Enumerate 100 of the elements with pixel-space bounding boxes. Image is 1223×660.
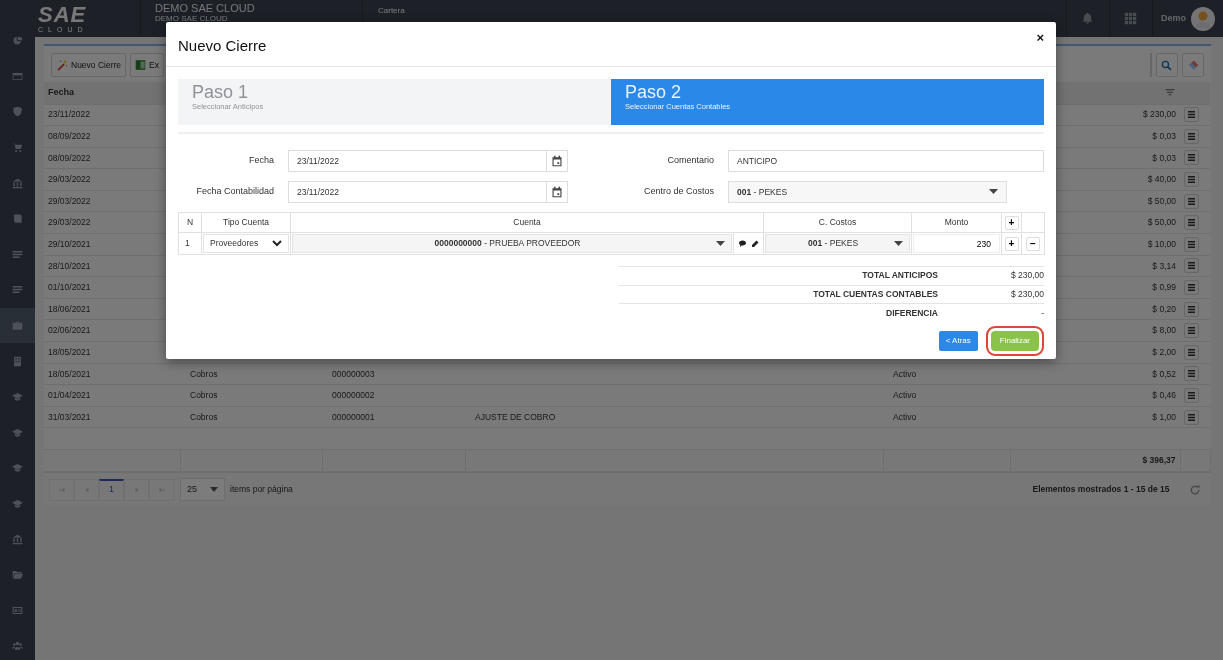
chevron-icon <box>272 240 282 247</box>
id-card-icon[interactable] <box>12 604 23 616</box>
row-menu-button[interactable] <box>1184 409 1199 425</box>
back-button[interactable]: < Atras <box>938 331 978 351</box>
account-select[interactable]: 0000000000 - PRUEBA PROVEEDOR <box>292 234 732 253</box>
users-icon[interactable] <box>12 640 23 652</box>
bank-icon[interactable] <box>12 533 23 545</box>
row-menu-button[interactable] <box>1184 388 1199 403</box>
list-icon[interactable] <box>12 248 23 260</box>
calendar-button[interactable] <box>547 150 568 172</box>
close-button[interactable]: × <box>1036 31 1044 44</box>
new-button[interactable]: Nuevo Cierre <box>51 53 127 77</box>
pencil-icon[interactable] <box>751 239 759 248</box>
avatar-icon[interactable] <box>1191 6 1215 31</box>
amount-cell: $ 0,99 <box>1152 282 1176 293</box>
row-menu-button[interactable] <box>1184 150 1199 166</box>
amount-field[interactable]: 230 <box>913 234 1000 253</box>
menu-icon <box>1188 305 1195 313</box>
search-button[interactable] <box>1155 53 1178 77</box>
search-icon <box>1161 59 1172 71</box>
row-menu-button[interactable] <box>1184 193 1199 209</box>
comment-field[interactable]: ANTICIPO <box>728 150 1044 172</box>
speech-bubble-icon[interactable] <box>738 239 747 248</box>
calendar-button[interactable] <box>547 181 568 203</box>
row-menu-button[interactable] <box>1184 236 1199 252</box>
date-cell: 28/10/2021 <box>48 260 91 271</box>
menu-icon <box>1188 262 1195 270</box>
menu-icon <box>1188 240 1195 248</box>
cost-center-select[interactable]: 001 - PEKES <box>728 181 1007 203</box>
status-cell: Activo <box>893 411 917 422</box>
date-field[interactable]: 23/11/2022 <box>288 181 547 203</box>
status-cell: Activo <box>893 368 917 379</box>
company-subtitle: DEMO SAE CLOUD <box>155 14 228 23</box>
add-row-button[interactable]: + <box>1004 215 1019 230</box>
add-row-button[interactable]: + <box>1004 236 1019 251</box>
field-label: Centro de Costos <box>642 185 715 199</box>
amount-cell: $ 40,00 <box>1147 174 1176 185</box>
clear-button[interactable] <box>1181 53 1204 77</box>
number-cell: 000000002 <box>332 390 375 401</box>
number-cell: 000000001 <box>332 411 375 422</box>
graduation-cap-icon[interactable] <box>12 498 23 509</box>
total-label: TOTAL CUENTAS CONTABLES <box>813 288 938 299</box>
graduation-cap-icon[interactable] <box>12 462 23 474</box>
remove-row-button[interactable]: − <box>1026 236 1040 251</box>
date-cell: 01/10/2021 <box>48 282 91 293</box>
column-header: Tipo Cuenta <box>223 217 269 228</box>
spreadsheet-icon <box>135 59 147 71</box>
folder-icon[interactable] <box>12 569 23 581</box>
amount-cell: $ 50,00 <box>1147 195 1176 206</box>
menu-icon <box>1188 219 1195 227</box>
bank-icon[interactable] <box>12 177 23 189</box>
cart-icon[interactable] <box>12 142 23 154</box>
bell-icon[interactable] <box>1081 12 1095 25</box>
page-size-select[interactable]: 25 <box>180 478 225 501</box>
cost-center-select[interactable]: 001 - PEKES <box>765 234 910 253</box>
account-type-select[interactable]: Proveedores <box>203 234 289 253</box>
row-menu-button[interactable] <box>1184 258 1199 274</box>
row-menu-button[interactable] <box>1184 366 1199 382</box>
calendar-icon <box>551 186 563 198</box>
next-page-button[interactable] <box>124 478 149 501</box>
date-cell: 08/09/2022 <box>48 131 91 141</box>
date-cell: 29/03/2022 <box>48 217 91 228</box>
prev-page-button[interactable] <box>74 478 99 501</box>
amount-cell: $ 230,00 <box>1142 109 1176 120</box>
filter-icon[interactable] <box>1164 87 1176 98</box>
menu-icon <box>1188 197 1195 205</box>
row-menu-button[interactable] <box>1184 280 1199 296</box>
date-cell: 31/03/2021 <box>48 411 91 422</box>
total-amount: $ 396,37 <box>1142 455 1176 466</box>
row-menu-button[interactable] <box>1184 344 1199 360</box>
pie-chart-icon[interactable] <box>12 37 23 47</box>
amount-cell: $ 10,00 <box>1147 239 1176 249</box>
graduation-cap-icon[interactable] <box>12 391 23 403</box>
apps-grid-icon[interactable] <box>1124 12 1138 25</box>
date-field[interactable]: 23/11/2022 <box>288 150 547 172</box>
card-icon[interactable] <box>12 70 23 82</box>
type-cell: Cobros <box>190 411 218 422</box>
building-icon[interactable] <box>12 355 23 367</box>
menu-icon <box>1188 348 1195 356</box>
amount-cell: $ 0,03 <box>1152 152 1176 163</box>
page-size-label: items por página <box>230 483 293 496</box>
list-icon[interactable] <box>12 284 23 296</box>
description-cell: AJUSTE DE COBRO <box>475 411 556 422</box>
row-menu-button[interactable] <box>1184 323 1199 339</box>
export-button[interactable]: Ex <box>130 53 164 77</box>
row-menu-button[interactable] <box>1184 107 1199 123</box>
date-cell: 18/05/2021 <box>48 368 91 379</box>
column-header[interactable]: Fecha <box>48 87 74 97</box>
row-menu-button[interactable] <box>1184 128 1199 144</box>
briefcase-icon[interactable] <box>12 320 23 332</box>
row-menu-button[interactable] <box>1184 301 1199 317</box>
step-title: Paso 1 <box>192 82 250 103</box>
caret-icon <box>894 240 903 247</box>
shield-icon[interactable] <box>12 106 23 118</box>
calendar-icon <box>551 155 563 167</box>
row-menu-button[interactable] <box>1184 215 1199 231</box>
row-menu-button[interactable] <box>1184 172 1199 188</box>
graduation-cap-icon[interactable] <box>12 426 23 438</box>
date-cell: 29/03/2022 <box>48 174 91 185</box>
date-cell: 29/10/2021 <box>48 239 91 249</box>
